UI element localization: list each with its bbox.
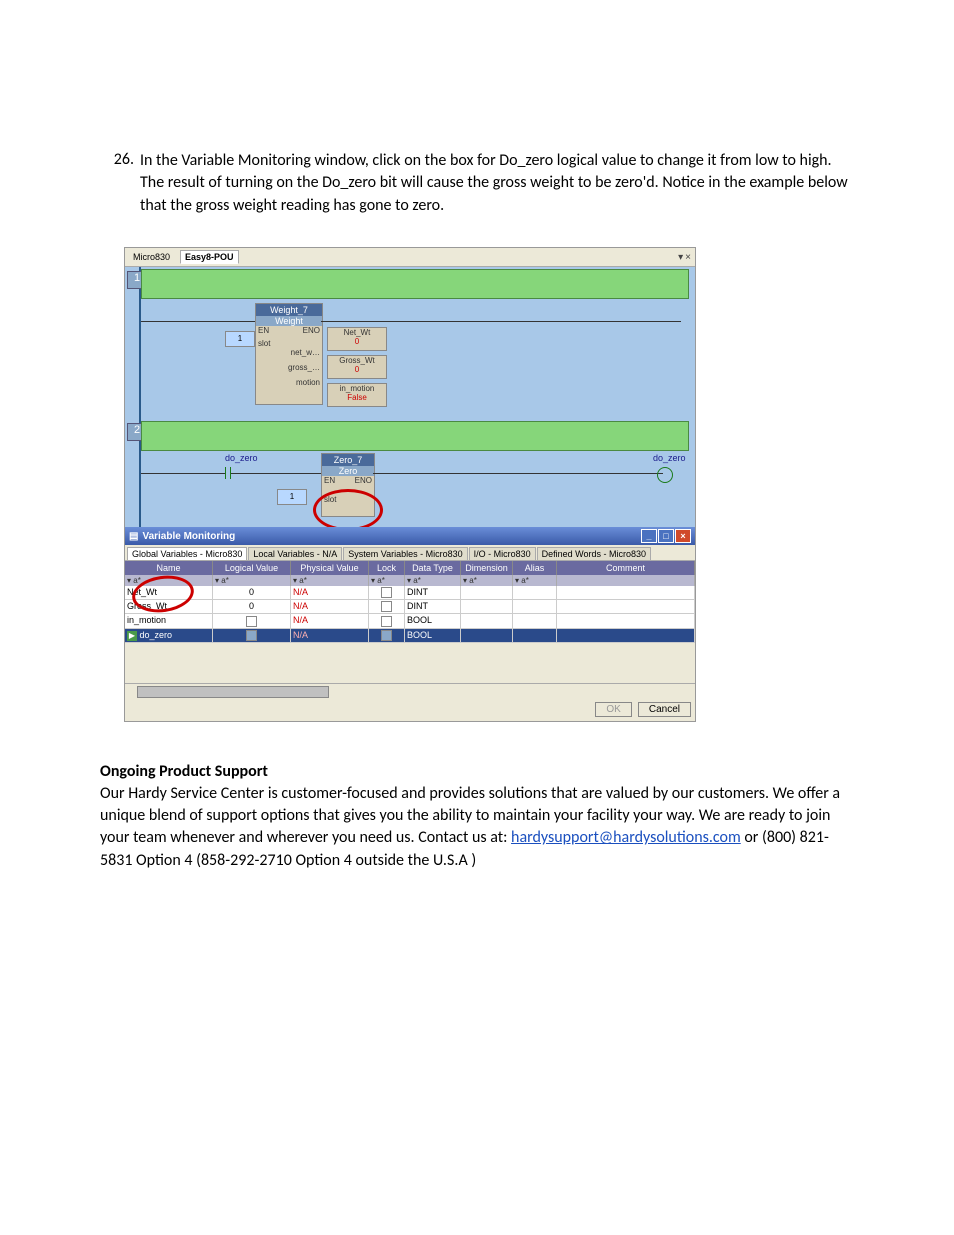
vm-tab-local[interactable]: Local Variables - N/A (248, 547, 342, 560)
tab-micro830[interactable]: Micro830 (129, 251, 174, 263)
do-zero-logical-checkbox[interactable] (246, 630, 257, 641)
step-number: 26. (100, 150, 134, 217)
vm-title-text: Variable Monitoring (142, 531, 235, 542)
close-button[interactable]: × (675, 529, 691, 543)
rung2-band (141, 421, 689, 451)
vm-titlebar: ▤ Variable Monitoring _ □ × (125, 527, 695, 545)
dialog-buttons: OK Cancel (125, 698, 695, 721)
rung1-band (141, 269, 689, 299)
slot-value[interactable]: 1 (225, 331, 255, 347)
block-weight7[interactable]: Weight_7 Weight EN ENO slot net_w… gross… (255, 303, 323, 405)
vm-tab-io[interactable]: I/O - Micro830 (469, 547, 536, 560)
tab-easy8-pou[interactable]: Easy8-POU (180, 250, 239, 264)
ok-button[interactable]: OK (595, 702, 631, 717)
cancel-button[interactable]: Cancel (638, 702, 691, 717)
annotation-oval-block (313, 489, 383, 527)
tab-dropdown-icon[interactable]: ▾ (678, 252, 683, 263)
vm-tab-defined[interactable]: Defined Words - Micro830 (537, 547, 651, 560)
coil-do-zero[interactable] (657, 467, 673, 483)
minimize-button[interactable]: _ (641, 529, 657, 543)
netwt-box: Net_Wt 0 (327, 327, 387, 351)
maximize-button[interactable]: □ (658, 529, 674, 543)
step-text: In the Variable Monitoring window, click… (140, 150, 854, 217)
inmotion-box: in_motion False (327, 383, 387, 407)
row-selector-icon: ▶ (127, 631, 137, 641)
screenshot-figure: Micro830 Easy8-POU ▾ × 1 Weight_7 Weight… (124, 247, 696, 722)
support-heading: Ongoing Product Support (100, 762, 854, 781)
support-email-link[interactable]: hardysupport@hardysolutions.com (511, 828, 741, 847)
table-row-selected[interactable]: ▶ do_zero N/A BOOL (125, 629, 695, 643)
editor-tabbar: Micro830 Easy8-POU ▾ × (125, 248, 695, 267)
table-row[interactable]: Gross_Wt 0 N/A DINT (125, 600, 695, 614)
coil-do-zero-label: do_zero (653, 453, 686, 463)
vm-icon: ▤ (129, 531, 138, 542)
ladder-diagram: 1 Weight_7 Weight EN ENO slot net_w… gro… (125, 267, 695, 527)
support-text: Our Hardy Service Center is customer-foc… (100, 783, 854, 873)
grosswt-box: Gross_Wt 0 (327, 355, 387, 379)
table-row[interactable]: in_motion N/A BOOL (125, 614, 695, 628)
grid-filter-row: ▾ a* ▾ a* ▾ a* ▾ a* ▾ a* ▾ a* ▾ a* (125, 575, 695, 586)
horizontal-scrollbar[interactable] (125, 683, 695, 698)
contact-do-zero-label: do_zero (225, 453, 258, 463)
do-zero-lock-checkbox[interactable] (381, 630, 392, 641)
grid-header: Name Logical Value Physical Value Lock D… (125, 561, 695, 575)
vm-tab-global[interactable]: Global Variables - Micro830 (127, 547, 247, 560)
vm-tab-system[interactable]: System Variables - Micro830 (343, 547, 467, 560)
instruction-step: 26. In the Variable Monitoring window, c… (100, 150, 854, 217)
slot2-value[interactable]: 1 (277, 489, 307, 505)
tab-close-icon[interactable]: × (685, 252, 691, 263)
vm-tabs: Global Variables - Micro830 Local Variab… (125, 545, 695, 561)
table-row[interactable]: Net_Wt 0 N/A DINT (125, 586, 695, 600)
